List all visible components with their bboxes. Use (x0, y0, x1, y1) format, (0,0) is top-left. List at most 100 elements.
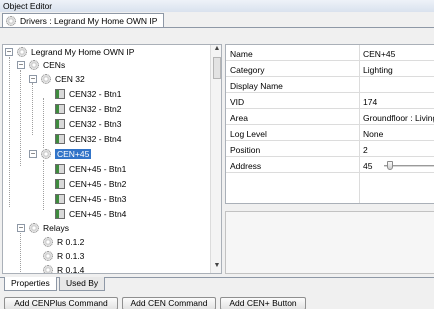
tree-connector (9, 57, 10, 207)
tree-node-label: CEN+45 - Btn3 (69, 193, 127, 204)
tree-node-relays[interactable]: − Relays (17, 221, 69, 234)
property-value[interactable]: CEN+45 (363, 49, 395, 59)
tree-node-cen32-btn1[interactable]: CEN32 - Btn1 (55, 87, 121, 100)
tree-node-label: CENs (43, 59, 66, 70)
property-row-log-level[interactable]: Log Level None (226, 125, 434, 141)
property-row-address[interactable]: Address 45 (226, 157, 434, 173)
add-cen-command-button[interactable]: Add CEN Command (122, 297, 216, 309)
tree-node-label: CEN32 - Btn4 (69, 133, 122, 144)
tree-node-cen32-btn3[interactable]: CEN32 - Btn3 (55, 117, 121, 130)
window-title: Object Editor (0, 0, 434, 12)
button-icon (55, 193, 65, 204)
property-label: Display Name (230, 81, 283, 91)
tree-node-label: CEN+45 - Btn4 (69, 208, 127, 219)
property-label: Name (230, 49, 253, 59)
gear-icon (29, 59, 39, 70)
property-value[interactable]: None (363, 129, 383, 139)
property-row-position[interactable]: Position 2 (226, 141, 434, 157)
collapse-toggle[interactable]: − (5, 47, 13, 56)
tree-node-cen32-btn4[interactable]: CEN32 - Btn4 (55, 132, 121, 145)
property-row-category[interactable]: Category Lighting (226, 61, 434, 77)
tree-node-label: CEN32 - Btn3 (69, 118, 122, 129)
tree-node-cen45-btn2[interactable]: CEN+45 - Btn2 (55, 177, 126, 190)
property-value[interactable]: 174 (363, 97, 377, 107)
button-icon (55, 178, 65, 189)
tree-node-relay[interactable]: R 0.1.2 (43, 235, 84, 248)
tree-node-cens[interactable]: − CENs (17, 58, 65, 71)
slider-knob[interactable] (387, 161, 393, 170)
property-value[interactable]: 45 (363, 161, 372, 171)
tree-node-label: CEN32 - Btn1 (69, 88, 122, 99)
tab-properties[interactable]: Properties (4, 277, 57, 291)
gear-icon (43, 236, 53, 247)
property-row-name[interactable]: Name CEN+45 (226, 45, 434, 61)
tree-node-label: Legrand My Home OWN IP (31, 46, 135, 57)
address-slider[interactable] (384, 161, 434, 170)
property-label: Position (230, 145, 261, 155)
tree-node-label: CEN+45 - Btn1 (69, 163, 127, 174)
button-icon (55, 118, 65, 129)
tree-connector (32, 83, 33, 135)
button-icon (55, 208, 65, 219)
scroll-thumb[interactable] (213, 57, 221, 79)
gear-icon (6, 16, 16, 26)
tab-strip-divider (0, 27, 434, 28)
tree-scrollbar[interactable]: ▲ ▼ (210, 45, 221, 273)
property-row-area[interactable]: Area Groundfloor : Living (226, 109, 434, 125)
gear-icon (43, 264, 53, 273)
scroll-up-icon[interactable]: ▲ (212, 45, 221, 55)
object-editor-window: Object Editor Drivers : Legrand My Home … (0, 0, 434, 309)
property-value[interactable]: 2 (363, 145, 368, 155)
property-label: Area (230, 113, 248, 123)
property-value[interactable]: Lighting (363, 65, 393, 75)
tree-node-label-selected: CEN+45 (55, 148, 92, 159)
tab-drivers[interactable]: Drivers : Legrand My Home OWN IP (2, 13, 165, 28)
property-label: VID (230, 97, 245, 107)
tree-node-relay[interactable]: R 0.1.4 (43, 263, 85, 274)
property-label: Category (230, 65, 265, 75)
tree-node-cen45[interactable]: − CEN+45 (29, 147, 92, 160)
collapse-toggle[interactable]: − (29, 74, 37, 83)
gear-icon (43, 250, 53, 261)
tree-node-label: CEN+45 - Btn2 (69, 178, 127, 189)
button-icon (55, 163, 65, 174)
property-label: Address (230, 161, 262, 171)
tree-node-cen32-btn2[interactable]: CEN32 - Btn2 (55, 102, 121, 115)
property-description-panel (225, 211, 434, 274)
tree-node-relay[interactable]: R 0.1.3 (43, 249, 84, 262)
collapse-toggle[interactable]: − (17, 223, 25, 232)
gear-icon (29, 222, 39, 233)
gear-icon (41, 73, 51, 84)
add-cenplus-command-button[interactable]: Add CENPlus Command (4, 297, 118, 309)
tree-node-cen45-btn4[interactable]: CEN+45 - Btn4 (55, 207, 126, 220)
tree-node-label: CEN32 - Btn2 (69, 103, 122, 114)
tree-connector (20, 70, 21, 166)
tab-drivers-label: Drivers : Legrand My Home OWN IP (20, 16, 158, 26)
tree-node-cen32[interactable]: − CEN 32 (29, 72, 85, 85)
property-row-vid[interactable]: VID 174 (226, 93, 434, 109)
tree-connector (43, 160, 44, 210)
tree-node-root[interactable]: − Legrand My Home OWN IP (5, 45, 134, 58)
collapse-toggle[interactable]: − (29, 149, 37, 158)
button-icon (55, 103, 65, 114)
property-value[interactable]: Groundfloor : Living (363, 113, 434, 123)
gear-icon (17, 46, 27, 57)
collapse-toggle[interactable]: − (17, 60, 25, 69)
gear-icon (41, 148, 51, 159)
object-tree[interactable]: − Legrand My Home OWN IP − CENs − CEN 32… (2, 44, 222, 274)
tree-node-label: Relays (43, 222, 69, 233)
tab-used-by[interactable]: Used By (59, 277, 106, 291)
property-label: Log Level (230, 129, 267, 139)
tree-node-label: R 0.1.2 (57, 236, 85, 247)
property-row-display-name[interactable]: Display Name (226, 77, 434, 93)
tree-node-label: R 0.1.4 (57, 264, 85, 274)
button-icon (55, 133, 65, 144)
tree-node-label: R 0.1.3 (57, 250, 85, 261)
tree-node-cen45-btn3[interactable]: CEN+45 - Btn3 (55, 192, 126, 205)
add-cen-button[interactable]: Add CEN+ Button (220, 297, 306, 309)
property-grid: Name CEN+45 Category Lighting Display Na… (225, 44, 434, 204)
scroll-down-icon[interactable]: ▼ (212, 262, 221, 272)
tree-node-cen45-btn1[interactable]: CEN+45 - Btn1 (55, 162, 126, 175)
button-icon (55, 88, 65, 99)
tree-connector (43, 98, 44, 148)
